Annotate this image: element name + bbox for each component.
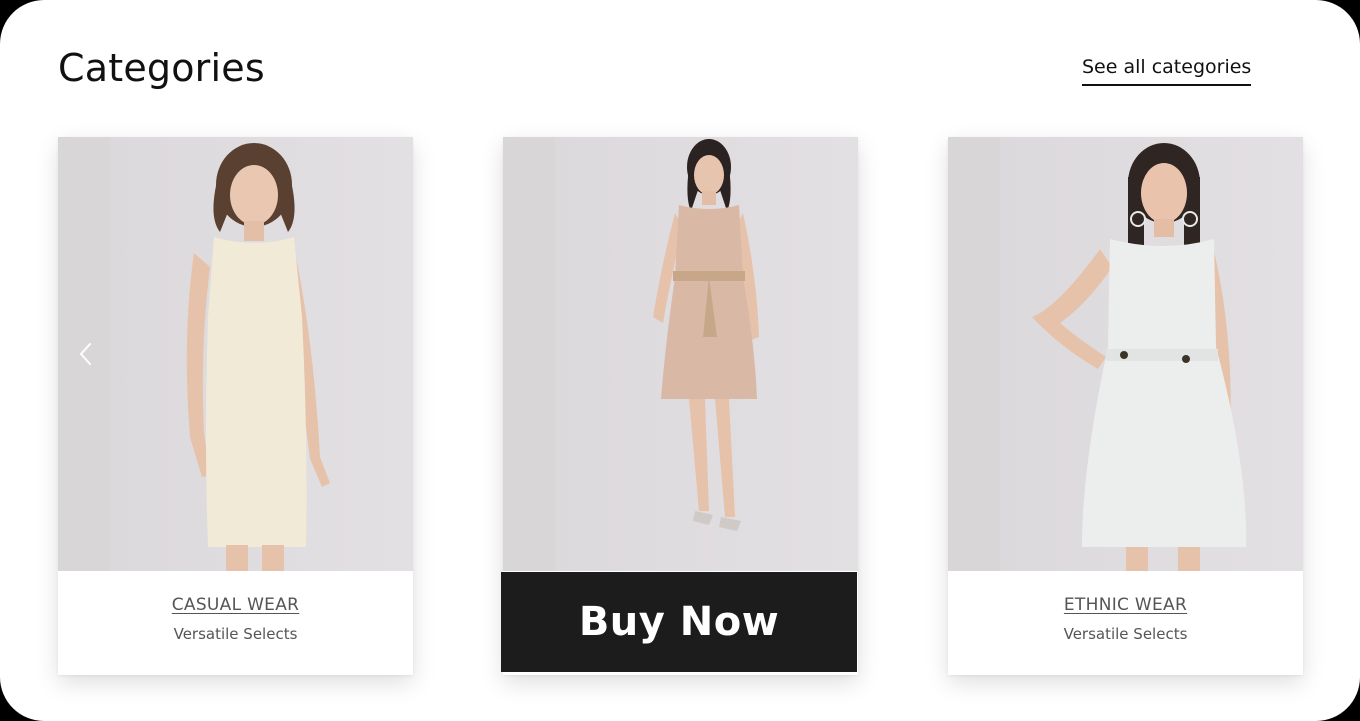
card-label: ETHNIC WEAR Versatile Selects: [948, 571, 1303, 675]
category-card-casual-wear[interactable]: CASUAL WEAR Versatile Selects: [58, 137, 413, 675]
see-all-categories-link[interactable]: See all categories: [1082, 56, 1252, 86]
card-label: CASUAL WEAR Versatile Selects: [58, 571, 413, 675]
category-card-ethnic-wear[interactable]: ETHNIC WEAR Versatile Selects: [948, 137, 1303, 675]
buy-now-button[interactable]: Buy Now: [501, 572, 857, 672]
page-title: Categories: [58, 46, 265, 90]
category-subtitle: Versatile Selects: [1063, 625, 1188, 643]
product-image: [58, 137, 413, 571]
category-card-featured[interactable]: Buy Now: [501, 137, 858, 675]
product-image: [948, 137, 1303, 571]
categories-panel: Categories See all categories CASUAL WEA…: [0, 0, 1360, 721]
category-name[interactable]: CASUAL WEAR: [58, 595, 413, 615]
category-name[interactable]: ETHNIC WEAR: [948, 595, 1303, 615]
category-subtitle: Versatile Selects: [173, 625, 298, 643]
chevron-left-icon[interactable]: [74, 340, 98, 368]
product-image: [503, 137, 858, 571]
